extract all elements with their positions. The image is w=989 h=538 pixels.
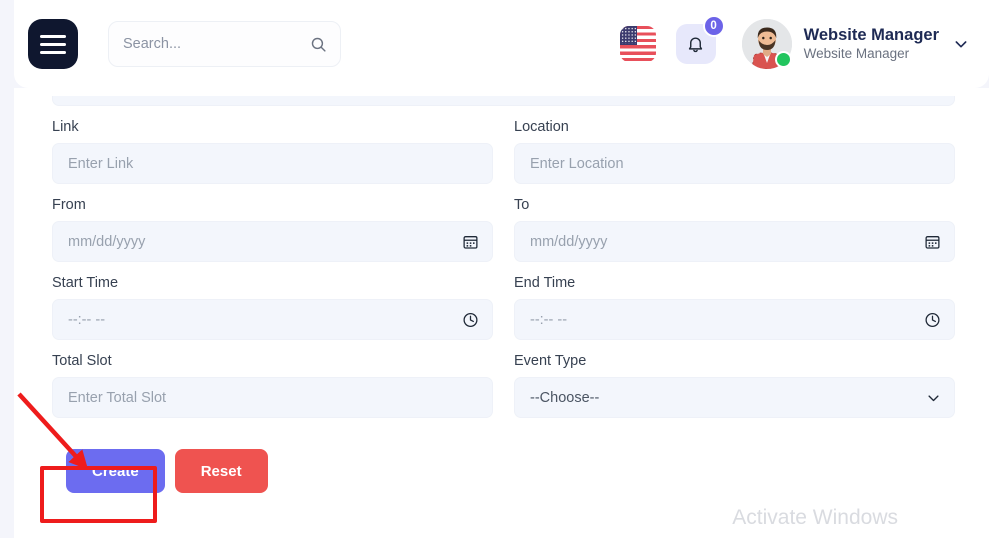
flag-canton: [620, 26, 637, 45]
field-total-slot: Total Slot: [52, 353, 493, 418]
bell-icon: [686, 35, 705, 54]
field-to: To: [514, 197, 955, 262]
field-from: From: [52, 197, 493, 262]
location-input[interactable]: [514, 143, 955, 184]
status-online-indicator: [775, 51, 792, 68]
header-actions: 0: [620, 19, 969, 69]
user-name: Website Manager: [804, 25, 939, 46]
input-wrap-link: [52, 143, 493, 184]
field-label-from: From: [52, 197, 493, 213]
event-form-card: Link Location From: [14, 88, 989, 538]
field-label-end-time: End Time: [514, 275, 955, 291]
to-date-input[interactable]: [514, 221, 955, 262]
field-label-event-type: Event Type: [514, 353, 955, 369]
hamburger-bar: [40, 35, 66, 38]
scrolled-field-row: [52, 96, 955, 106]
avatar[interactable]: [742, 19, 792, 69]
field-label-location: Location: [514, 119, 955, 135]
form-actions: Create Reset: [52, 449, 951, 493]
field-start-time: Start Time: [52, 275, 493, 340]
user-menu[interactable]: Website Manager Website Manager: [804, 25, 939, 63]
input-wrap-total-slot: [52, 377, 493, 418]
reset-button[interactable]: Reset: [175, 449, 268, 493]
from-date-input[interactable]: [52, 221, 493, 262]
field-end-time: End Time: [514, 275, 955, 340]
event-form: Link Location From: [52, 88, 951, 431]
link-input[interactable]: [52, 143, 493, 184]
total-slot-input[interactable]: [52, 377, 493, 418]
hamburger-bar: [40, 51, 66, 54]
search-input[interactable]: [123, 36, 310, 52]
create-button[interactable]: Create: [66, 449, 165, 493]
field-location: Location: [514, 119, 955, 184]
search-box[interactable]: [108, 21, 341, 67]
input-wrap-end-time: [514, 299, 955, 340]
input-wrap-to: [514, 221, 955, 262]
field-label-total-slot: Total Slot: [52, 353, 493, 369]
input-wrap-start-time: [52, 299, 493, 340]
start-time-input[interactable]: [52, 299, 493, 340]
field-label-to: To: [514, 197, 955, 213]
end-time-input[interactable]: [514, 299, 955, 340]
activate-windows-watermark: Activate Windows: [732, 506, 898, 530]
input-wrap-event-type: [514, 377, 955, 418]
chevron-down-icon[interactable]: [953, 36, 969, 52]
scrolled-field-input[interactable]: [52, 96, 955, 106]
user-role: Website Manager: [804, 46, 939, 63]
app-header: 0: [14, 0, 989, 88]
notifications-button[interactable]: 0: [676, 24, 716, 64]
field-event-type: Event Type: [514, 353, 955, 418]
input-wrap-from: [52, 221, 493, 262]
field-link: Link: [52, 119, 493, 184]
field-label-link: Link: [52, 119, 493, 135]
hamburger-bar: [40, 43, 66, 46]
input-wrap-location: [514, 143, 955, 184]
search-icon[interactable]: [310, 36, 327, 53]
notification-badge: 0: [703, 15, 725, 37]
us-flag-icon[interactable]: [620, 26, 656, 62]
field-label-start-time: Start Time: [52, 275, 493, 291]
event-type-select[interactable]: [514, 377, 955, 418]
hamburger-menu-icon[interactable]: [28, 19, 78, 69]
